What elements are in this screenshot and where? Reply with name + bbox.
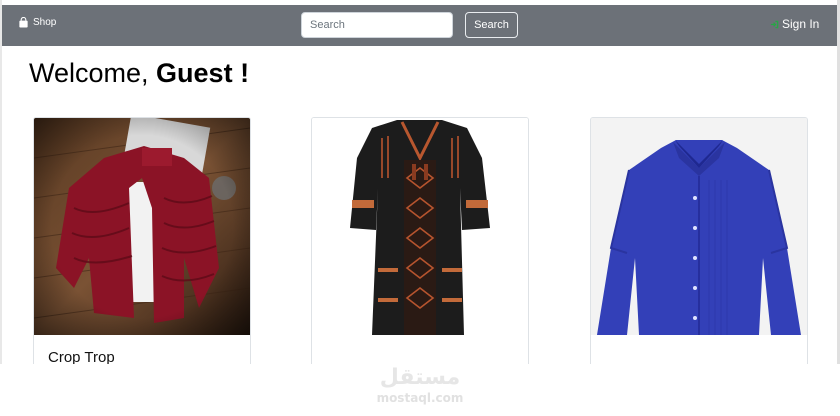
product-card[interactable] xyxy=(590,117,808,377)
welcome-name: Guest ! xyxy=(156,58,250,88)
brand-label: Shop xyxy=(33,17,57,28)
top-navbar: Shop Search Sign In xyxy=(2,5,837,46)
brand-link[interactable]: Shop xyxy=(18,17,56,28)
sign-in-label: Sign In xyxy=(782,17,820,31)
welcome-prefix: Welcome, xyxy=(29,58,157,88)
product-card[interactable] xyxy=(311,117,529,377)
product-card[interactable]: Crop Trop xyxy=(33,117,251,377)
viewport-cutoff xyxy=(0,364,840,416)
blue-dress-shirt-photo xyxy=(591,118,807,335)
sign-in-link[interactable]: Sign In xyxy=(770,17,819,31)
search-button[interactable]: Search xyxy=(465,12,518,38)
black-embroidered-dress-photo xyxy=(312,118,528,335)
shopping-bag-icon xyxy=(19,17,28,28)
search-input[interactable] xyxy=(301,12,453,38)
sign-in-icon xyxy=(770,20,779,28)
welcome-heading: Welcome, Guest ! xyxy=(29,58,249,89)
red-puffer-jacket-photo xyxy=(34,118,250,335)
